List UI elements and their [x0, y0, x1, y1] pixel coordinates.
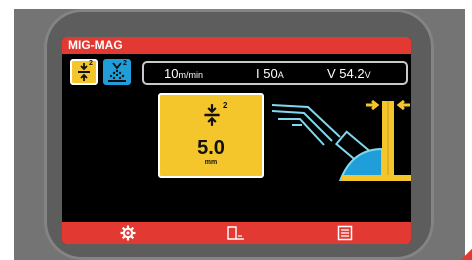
wire-mode-superscript: 2 [89, 60, 93, 67]
spray-transfer-mode-button[interactable]: 2 [103, 59, 131, 85]
list-icon[interactable] [337, 225, 353, 241]
current-prefix: I [256, 66, 260, 81]
wire-thickness-mode-button[interactable]: 2 [70, 59, 98, 85]
current-unit: A [277, 70, 284, 80]
voltage-readout: V 54.2V [327, 66, 371, 81]
voltage-prefix: V [327, 66, 336, 81]
parameter-superscript: 2 [223, 101, 228, 110]
voltage-unit: V [364, 70, 371, 80]
welding-readout: 10m/min I 50A V 54.2V [142, 61, 408, 85]
title-bar: MIG-MAG [62, 37, 411, 54]
spray-mode-superscript: 2 [123, 60, 127, 67]
red-corner-accent [462, 248, 472, 260]
wire-speed-readout: 10m/min [164, 66, 203, 81]
wire-speed-value: 10 [164, 66, 179, 81]
current-readout: I 50A [256, 66, 284, 81]
window-title: MIG-MAG [68, 38, 123, 52]
welding-joint-illustration [271, 99, 411, 181]
booklet-icon[interactable] [225, 225, 247, 241]
wire-thickness-icon [204, 104, 220, 126]
parameter-value: 5.0 [197, 137, 225, 159]
current-value: 50 [263, 66, 278, 81]
wire-speed-unit: m/min [178, 70, 203, 80]
bottom-toolbar [62, 222, 411, 244]
wire-thickness-parameter[interactable]: 2 5.0 mm [158, 93, 264, 178]
parameter-unit: mm [204, 159, 218, 166]
gear-icon[interactable] [120, 225, 136, 241]
lcd-screen: MIG-MAG 2 2 10m/min I 50A V 54.2V 2 5.0 … [62, 37, 411, 244]
voltage-value: 54.2 [339, 66, 365, 81]
